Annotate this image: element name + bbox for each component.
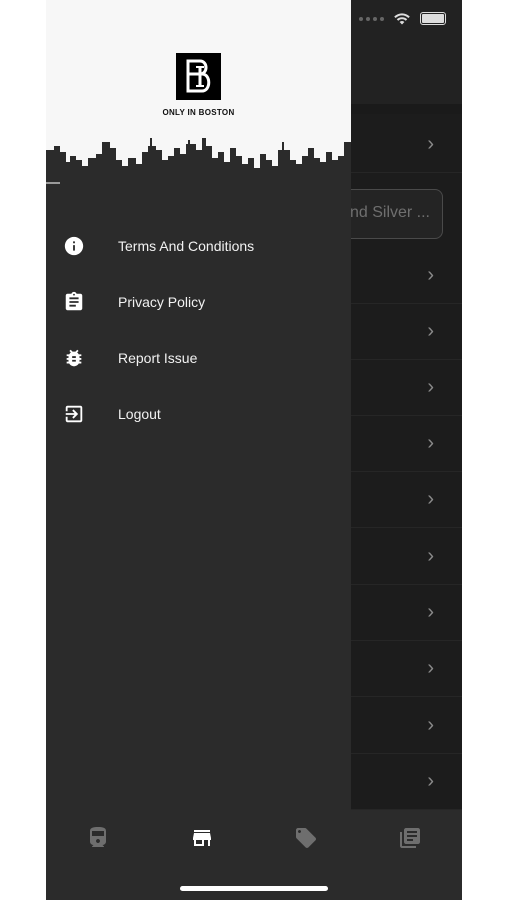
brand-logo xyxy=(176,53,221,100)
signal-icon xyxy=(359,16,384,21)
chevron-right-icon: › xyxy=(427,714,434,736)
battery-icon xyxy=(420,12,446,25)
brand-logo-mark xyxy=(186,59,211,93)
chevron-right-icon: › xyxy=(427,488,434,510)
chevron-right-icon: › xyxy=(427,376,434,398)
menu-label: Terms And Conditions xyxy=(118,238,255,254)
chevron-right-icon: › xyxy=(427,770,434,792)
status-bar xyxy=(359,12,446,25)
chevron-right-icon: › xyxy=(427,601,434,623)
menu-label: Logout xyxy=(118,406,161,422)
chevron-right-icon: › xyxy=(427,320,434,342)
chevron-right-icon: › xyxy=(427,545,434,567)
menu-label: Report Issue xyxy=(118,350,198,366)
chevron-right-icon: › xyxy=(427,133,434,155)
chevron-right-icon: › xyxy=(427,432,434,454)
phone-screen: › nd Silver ... › › › › › › › › › › ONLY… xyxy=(46,0,462,900)
menu-item-report-issue[interactable]: Report Issue xyxy=(46,330,351,386)
drawer-header: ONLY IN BOSTON xyxy=(46,0,351,210)
brand-name: ONLY IN BOSTON xyxy=(162,108,235,117)
logout-icon xyxy=(65,405,83,423)
home-indicator[interactable] xyxy=(180,886,328,891)
chevron-right-icon: › xyxy=(427,264,434,286)
skyline-illustration xyxy=(46,138,351,210)
news-icon[interactable] xyxy=(398,826,422,850)
clipboard-icon xyxy=(65,291,83,311)
chevron-right-icon: › xyxy=(427,657,434,679)
wifi-icon xyxy=(394,12,410,24)
menu-item-privacy[interactable]: Privacy Policy xyxy=(46,274,351,330)
menu-label: Privacy Policy xyxy=(118,294,206,310)
navigation-drawer: ONLY IN BOSTON Terms And Conditions Priv… xyxy=(46,0,351,810)
info-icon xyxy=(64,236,84,256)
menu-item-logout[interactable]: Logout xyxy=(46,386,351,442)
drawer-menu: Terms And Conditions Privacy Policy Repo… xyxy=(46,218,351,442)
menu-item-terms[interactable]: Terms And Conditions xyxy=(46,218,351,274)
train-icon[interactable] xyxy=(86,826,110,850)
bug-icon xyxy=(66,349,82,367)
store-icon[interactable] xyxy=(190,826,214,850)
tag-icon[interactable] xyxy=(294,826,318,850)
